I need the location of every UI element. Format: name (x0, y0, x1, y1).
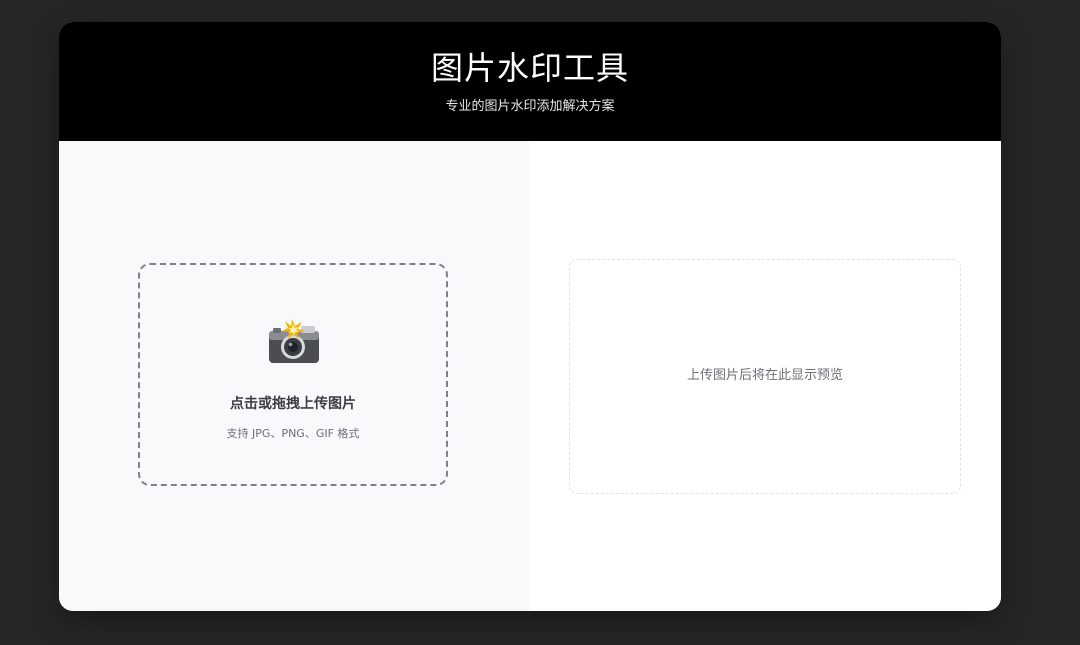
watermark-app-window: 图片水印工具 专业的图片水印添加解决方案 点击或拖拽上传图片 支持 JPG、PN… (59, 22, 1001, 611)
page-title: 图片水印工具 (430, 49, 629, 87)
preview-area: 上传图片后将在此显示预览 (569, 259, 961, 494)
header: 图片水印工具 专业的图片水印添加解决方案 (59, 22, 1001, 141)
upload-dropzone[interactable]: 点击或拖拽上传图片 支持 JPG、PNG、GIF 格式 (138, 263, 448, 486)
preview-panel: 上传图片后将在此显示预览 (530, 141, 1001, 611)
upload-format-hint: 支持 JPG、PNG、GIF 格式 (226, 427, 360, 440)
preview-placeholder: 上传图片后将在此显示预览 (686, 368, 843, 383)
camera-flash-icon (269, 319, 319, 363)
page-subtitle: 专业的图片水印添加解决方案 (445, 99, 615, 114)
upload-panel: 点击或拖拽上传图片 支持 JPG、PNG、GIF 格式 (59, 141, 530, 611)
upload-title: 点击或拖拽上传图片 (230, 396, 356, 412)
